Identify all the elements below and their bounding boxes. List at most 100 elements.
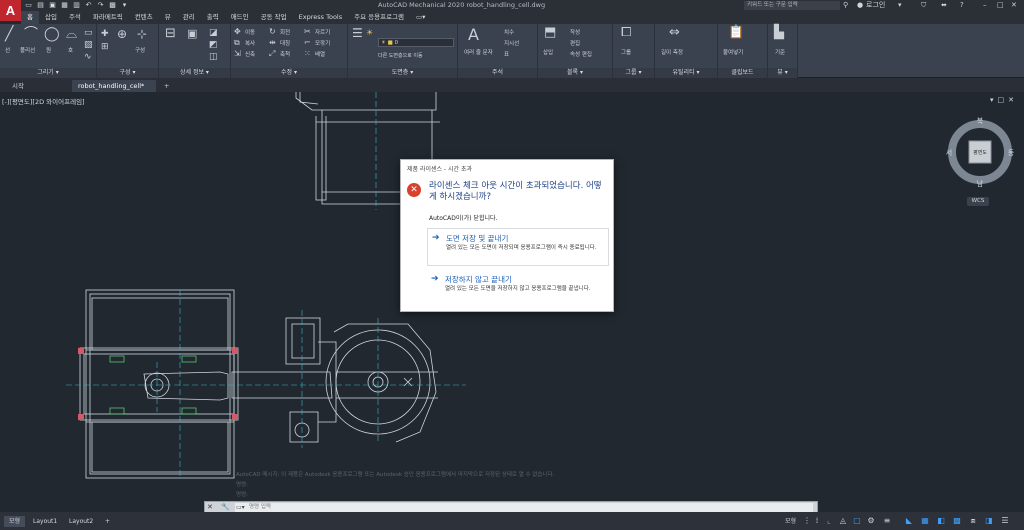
dropdown-icon[interactable]: ▾ bbox=[120, 1, 129, 10]
detail-tool-3-icon[interactable]: ◫ bbox=[209, 52, 218, 62]
wcs-menu[interactable]: WCS bbox=[967, 197, 989, 206]
tab-layout1[interactable]: Layout1 bbox=[28, 516, 62, 527]
search-icon[interactable]: ⚲ bbox=[843, 0, 848, 11]
array-icon[interactable]: ⁙ bbox=[304, 49, 311, 59]
hardware-accel-icon[interactable]: ▩ bbox=[952, 516, 962, 526]
save-and-exit-option[interactable]: ➔ 도면 저장 및 끝내기 열려 있는 모든 도면이 저장되며 응용프로그램이 … bbox=[427, 228, 609, 266]
tab-content[interactable]: 컨텐츠 bbox=[129, 11, 159, 24]
undo-icon[interactable]: ↶ bbox=[84, 1, 93, 10]
grid-icon[interactable]: ⋮ bbox=[802, 516, 812, 526]
plot-icon[interactable]: ▥ bbox=[72, 1, 81, 10]
isolate-icon[interactable]: ◧ bbox=[936, 516, 946, 526]
spline-icon[interactable]: ∿ bbox=[84, 52, 92, 62]
help-icon[interactable]: ? bbox=[960, 0, 964, 11]
line-icon[interactable]: ╱ bbox=[5, 27, 13, 41]
snap-icon[interactable]: ⁞ bbox=[812, 516, 822, 526]
construction-line-icon[interactable]: ✚ bbox=[101, 29, 109, 39]
compass-south[interactable]: 남 bbox=[977, 179, 984, 187]
create-block-label[interactable]: 작성 bbox=[570, 28, 580, 36]
clean-screen-icon[interactable]: ⧈ bbox=[968, 516, 978, 526]
edit-block-label[interactable]: 편집 bbox=[570, 39, 580, 47]
compass-north[interactable]: 북 bbox=[977, 117, 984, 125]
tab-layout2[interactable]: Layout2 bbox=[64, 516, 98, 527]
hatch-icon[interactable]: ▨ bbox=[84, 40, 93, 50]
leader-label[interactable]: 지시선 bbox=[504, 39, 519, 47]
construction-icon[interactable]: ⊹ bbox=[137, 28, 147, 40]
arc-icon[interactable]: ⌓ bbox=[66, 27, 77, 41]
user-icon[interactable]: ● bbox=[857, 0, 863, 11]
polar-icon[interactable]: ◬ bbox=[838, 516, 848, 526]
new-icon[interactable]: ▭ bbox=[24, 1, 33, 10]
tab-manage[interactable]: 관리 bbox=[177, 11, 201, 24]
quick-properties-icon[interactable]: ◨ bbox=[984, 516, 994, 526]
tab-express-tools[interactable]: Express Tools bbox=[293, 11, 348, 24]
app-menu-button[interactable]: A bbox=[0, 0, 21, 21]
lineweight-icon[interactable]: ≡ bbox=[882, 516, 892, 526]
tab-collaborate[interactable]: 공동 작업 bbox=[255, 11, 293, 24]
tab-insert[interactable]: 삽입 bbox=[39, 11, 63, 24]
tab-drawing[interactable]: robot_handling_cell* ✕ bbox=[72, 80, 156, 102]
edit-attribute-label[interactable]: 속성 편집 bbox=[570, 50, 592, 58]
trim-icon[interactable]: ✂ bbox=[304, 27, 311, 37]
compass-east[interactable]: 동 bbox=[1008, 149, 1015, 157]
share-icon[interactable]: ▩ bbox=[108, 1, 117, 10]
annotation-scale-icon[interactable]: ◣ bbox=[904, 516, 914, 526]
centerline-icon[interactable]: ⊕ bbox=[117, 28, 127, 40]
settings-icon[interactable]: ⚙ bbox=[866, 516, 876, 526]
new-tab-icon[interactable]: + bbox=[158, 80, 175, 92]
base-view-icon[interactable]: ▙ bbox=[774, 26, 784, 39]
tab-parametric[interactable]: 파라메트릭 bbox=[87, 11, 129, 24]
detail-view-icon[interactable]: ⊟ bbox=[165, 27, 176, 40]
recent-commands-icon[interactable]: ▭▾ bbox=[236, 504, 245, 512]
close-icon[interactable]: ✕ bbox=[1011, 0, 1017, 11]
tab-annotate[interactable]: 주석 bbox=[63, 11, 87, 24]
detail-tool-2-icon[interactable]: ◩ bbox=[209, 40, 218, 50]
dropdown-icon[interactable]: ▾ bbox=[898, 0, 902, 11]
osnap-icon[interactable]: ▢ bbox=[852, 516, 862, 526]
copy-icon[interactable]: ⧉ bbox=[234, 38, 240, 48]
insert-block-icon[interactable]: ⬒ bbox=[544, 26, 556, 39]
close-command-line-icon[interactable]: ✕ bbox=[207, 502, 213, 512]
add-layout-button[interactable]: + bbox=[100, 516, 115, 527]
ribbon-options-icon[interactable]: ▭▾ bbox=[410, 11, 431, 24]
layer-match-label[interactable]: 다른 도면층으로 이동 bbox=[378, 52, 423, 59]
rectangle-icon[interactable]: ▭ bbox=[84, 28, 93, 38]
sign-in-button[interactable]: 로그인 bbox=[866, 0, 885, 11]
tab-home[interactable]: 홈 bbox=[21, 11, 39, 24]
exit-without-saving-option[interactable]: ➔ 저장하지 않고 끝내기 열려 있는 모든 도면을 저장하지 않고 응용프로그… bbox=[427, 270, 609, 308]
tab-featured-apps[interactable]: 주요 응용프로그램 bbox=[348, 11, 410, 24]
detail-tool-1-icon[interactable]: ◪ bbox=[209, 28, 218, 38]
viewcube[interactable]: 평면도 북 남 동 서 bbox=[945, 117, 1015, 187]
tab-view[interactable]: 뷰 bbox=[159, 11, 177, 24]
compass-west[interactable]: 서 bbox=[946, 148, 952, 157]
save-icon[interactable]: ▣ bbox=[48, 1, 57, 10]
command-input[interactable]: 명령 입력 bbox=[235, 503, 813, 512]
construction-grid-icon[interactable]: ⊞ bbox=[101, 42, 109, 52]
text-icon[interactable]: A bbox=[468, 26, 479, 44]
open-icon[interactable]: ▤ bbox=[36, 1, 45, 10]
model-space-toggle[interactable]: 모형 bbox=[780, 516, 801, 527]
saveas-icon[interactable]: ▦ bbox=[60, 1, 69, 10]
tab-start[interactable]: 시작 bbox=[6, 80, 30, 92]
stretch-icon[interactable]: ⇲ bbox=[234, 49, 241, 59]
minimize-icon[interactable]: – bbox=[983, 0, 987, 11]
layer-properties-icon[interactable]: ☰ bbox=[352, 27, 363, 39]
maximize-icon[interactable]: □ bbox=[997, 0, 1004, 11]
mirror-icon[interactable]: ⇹ bbox=[269, 38, 276, 48]
table-label[interactable]: 표 bbox=[504, 50, 509, 58]
circle-icon[interactable]: ◯ bbox=[44, 27, 60, 41]
status-menu-icon[interactable]: ☰ bbox=[1000, 516, 1010, 526]
layer-dropdown[interactable]: ☀ ■ 0 bbox=[378, 38, 454, 47]
layer-state-icon[interactable]: ☀ bbox=[366, 28, 373, 38]
polyline-icon[interactable]: ⌒ bbox=[24, 27, 38, 41]
group-icon[interactable]: ⧠ bbox=[621, 26, 631, 39]
search-input[interactable]: 키워드 또는 구문 입력 bbox=[744, 1, 840, 10]
viewcube-face-label[interactable]: 평면도 bbox=[973, 149, 987, 156]
ortho-icon[interactable]: ⌞ bbox=[824, 516, 834, 526]
workspace-icon[interactable]: ▦ bbox=[920, 516, 930, 526]
move-icon[interactable]: ✥ bbox=[234, 27, 241, 37]
hide-icon[interactable]: ▣ bbox=[187, 28, 197, 39]
fillet-icon[interactable]: ⌐ bbox=[304, 38, 311, 48]
tab-addins[interactable]: 애드인 bbox=[225, 11, 255, 24]
cart-icon[interactable]: ⛉ bbox=[921, 0, 926, 11]
